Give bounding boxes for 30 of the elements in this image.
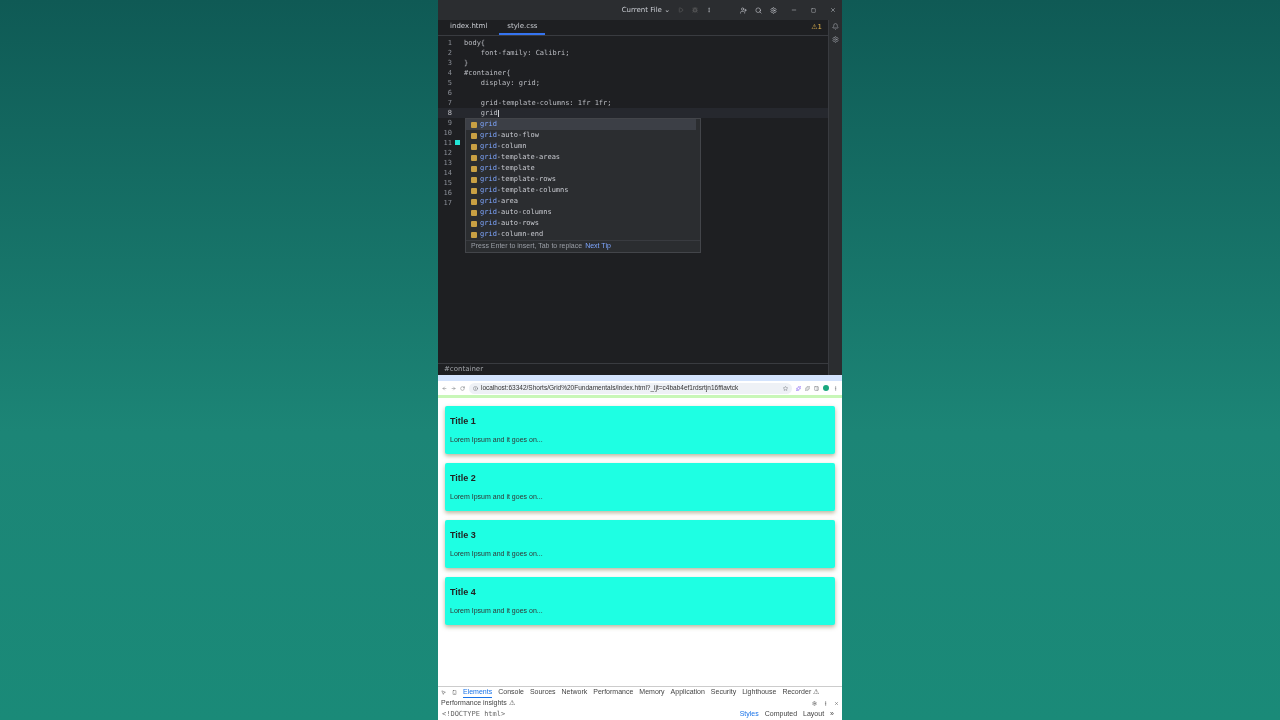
sparkle-icon[interactable] xyxy=(796,385,801,391)
devtools-menu-icon[interactable] xyxy=(823,701,828,706)
devtools-settings-icon[interactable] xyxy=(812,701,817,706)
card-title: Title 1 xyxy=(450,415,477,428)
close-icon[interactable] xyxy=(830,7,836,13)
card-title: Title 3 xyxy=(450,529,477,542)
back-icon[interactable] xyxy=(442,385,447,391)
bookmark-icon[interactable] xyxy=(783,385,788,391)
reload-icon[interactable] xyxy=(460,385,465,391)
search-icon[interactable] xyxy=(755,6,762,14)
extensions-icon[interactable] xyxy=(805,385,810,391)
card-title: Title 2 xyxy=(450,472,477,485)
debug-icon[interactable] xyxy=(692,7,698,13)
profile-avatar[interactable] xyxy=(823,385,829,391)
minimize-icon[interactable] xyxy=(791,7,797,13)
user-icon[interactable] xyxy=(740,6,747,14)
text-cursor xyxy=(497,109,499,117)
card-title: Title 4 xyxy=(450,586,477,599)
maximize-icon[interactable] xyxy=(811,7,816,13)
forward-icon[interactable] xyxy=(451,385,456,391)
notifications-icon[interactable] xyxy=(832,23,839,30)
more-icon[interactable] xyxy=(706,7,712,13)
device-toolbar-icon[interactable] xyxy=(452,690,457,695)
side-panel-icon[interactable] xyxy=(814,385,819,391)
color-swatch-icon xyxy=(455,140,460,145)
inspect-icon[interactable] xyxy=(441,690,446,695)
run-icon[interactable] xyxy=(678,7,684,13)
menu-icon[interactable] xyxy=(833,385,838,391)
devtools-close-icon[interactable] xyxy=(834,701,839,706)
site-info-icon xyxy=(473,385,478,391)
